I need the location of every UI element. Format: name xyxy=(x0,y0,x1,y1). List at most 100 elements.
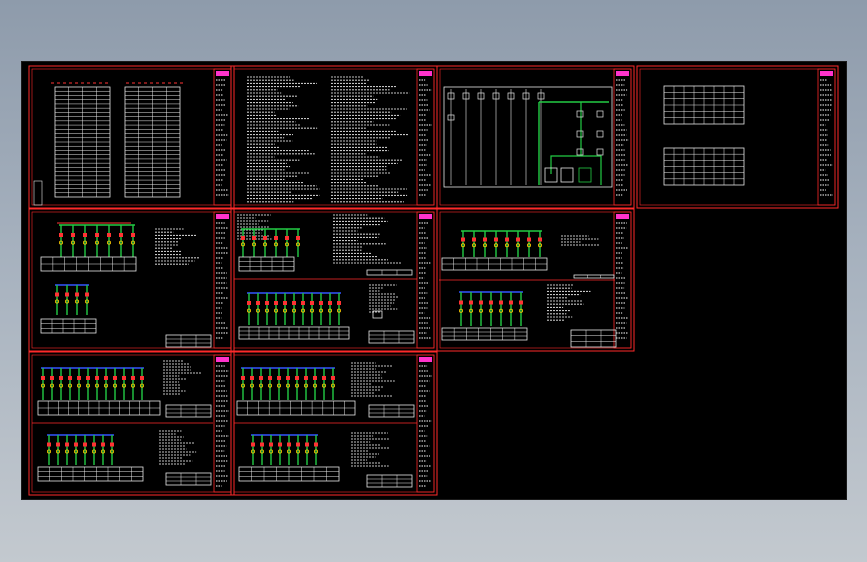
cad-model-space[interactable] xyxy=(21,61,847,500)
riser-device xyxy=(576,148,584,156)
text-block xyxy=(561,235,599,246)
logo-mark xyxy=(216,71,229,76)
logo-mark xyxy=(419,357,432,362)
breaker xyxy=(86,376,90,380)
breaker xyxy=(119,233,123,237)
breaker xyxy=(71,233,75,237)
breaker xyxy=(256,301,260,305)
breaker xyxy=(483,237,487,242)
drawing-sheet-9 xyxy=(230,351,438,496)
feeder-group xyxy=(250,434,318,465)
breaker xyxy=(268,376,272,380)
breaker xyxy=(274,301,278,305)
sheet-inner-border xyxy=(233,211,435,349)
breaker xyxy=(95,233,99,237)
logo-mark xyxy=(820,71,833,76)
table xyxy=(368,404,415,418)
feeder-group xyxy=(246,292,341,325)
logo-mark xyxy=(419,214,432,219)
breaker xyxy=(260,442,264,447)
sheet8-content xyxy=(32,360,213,486)
table xyxy=(165,472,212,486)
sheet4-content xyxy=(663,85,745,186)
breaker xyxy=(313,376,317,380)
breaker xyxy=(107,233,111,237)
title-block xyxy=(416,211,435,349)
breaker xyxy=(328,301,332,305)
riser-device xyxy=(596,148,604,156)
breaker xyxy=(56,442,60,447)
breaker xyxy=(65,442,69,447)
breaker xyxy=(247,301,251,305)
table xyxy=(238,326,350,340)
riser-device xyxy=(576,130,584,138)
sheet5-content xyxy=(40,222,212,348)
sheet-inner-border xyxy=(31,211,232,349)
breaker xyxy=(75,292,79,297)
breaker xyxy=(113,376,117,380)
breaker xyxy=(296,236,300,240)
title-block xyxy=(817,68,836,206)
breaker xyxy=(59,376,63,380)
text-block xyxy=(351,362,395,397)
breaker xyxy=(41,376,45,380)
text-block xyxy=(247,76,320,203)
breaker xyxy=(104,376,108,380)
breaker xyxy=(265,301,269,305)
breaker xyxy=(304,376,308,380)
breaker xyxy=(83,442,87,447)
breaker xyxy=(122,376,126,380)
breaker xyxy=(55,292,59,297)
table xyxy=(570,329,617,348)
breaker xyxy=(499,300,503,305)
drawing-sheet-2 xyxy=(230,65,438,209)
table xyxy=(573,274,615,279)
breaker xyxy=(278,442,282,447)
feeder-group xyxy=(458,291,523,326)
logo-mark xyxy=(616,214,629,219)
logo-mark xyxy=(216,357,229,362)
breaker xyxy=(74,442,78,447)
table xyxy=(54,86,111,198)
table xyxy=(368,330,415,344)
sheet2-content xyxy=(247,76,410,203)
sheet-border xyxy=(636,65,839,209)
breaker xyxy=(489,300,493,305)
breaker xyxy=(241,236,245,240)
breaker xyxy=(509,300,513,305)
table xyxy=(441,257,548,271)
feeder-group xyxy=(40,367,145,400)
table xyxy=(236,400,356,416)
title-block xyxy=(213,354,232,493)
breaker xyxy=(47,442,51,447)
sheet-inner-border xyxy=(31,68,232,206)
logo-mark xyxy=(216,214,229,219)
breaker xyxy=(59,233,63,237)
breaker xyxy=(319,301,323,305)
breaker xyxy=(479,300,483,305)
table xyxy=(165,334,212,348)
drawing-sheet-4 xyxy=(636,65,839,209)
sheet7-content xyxy=(439,230,617,348)
breaker xyxy=(110,442,114,447)
title-block xyxy=(213,68,232,206)
text-block xyxy=(369,284,399,313)
sheet-border xyxy=(230,351,438,496)
drawing-sheet-5 xyxy=(28,208,235,352)
breaker xyxy=(310,301,314,305)
breaker xyxy=(519,300,523,305)
breaker xyxy=(538,237,542,242)
breaker xyxy=(472,237,476,242)
sheet3-content xyxy=(443,86,613,188)
title-block xyxy=(213,211,232,349)
breaker xyxy=(331,376,335,380)
table xyxy=(366,269,413,276)
breaker xyxy=(469,300,473,305)
breaker xyxy=(283,301,287,305)
feeder-group xyxy=(59,224,136,257)
breaker xyxy=(131,376,135,380)
text-block xyxy=(333,214,402,264)
breaker xyxy=(77,376,81,380)
feeder-group xyxy=(240,367,335,400)
breaker xyxy=(287,442,291,447)
